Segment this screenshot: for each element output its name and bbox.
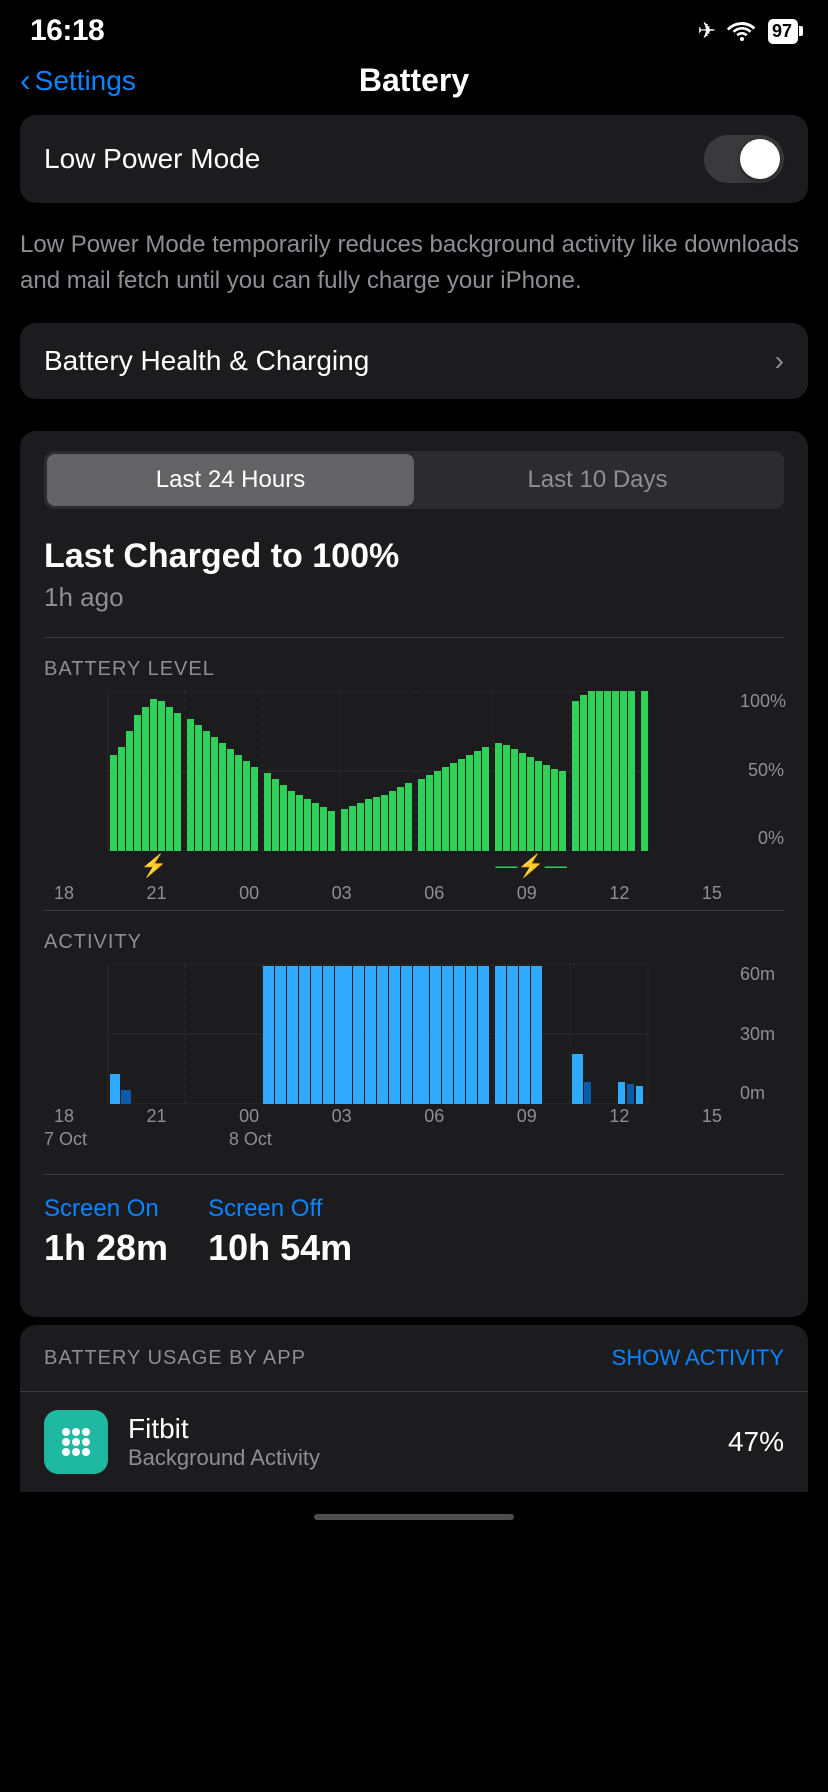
act-y-60: 60m <box>740 964 784 985</box>
y-label-50: 50% <box>740 760 784 781</box>
nav-bar: ‹ Settings Battery <box>0 54 828 115</box>
usage-header: BATTERY USAGE BY APP SHOW ACTIVITY <box>20 1325 808 1391</box>
activity-label: ACTIVITY <box>44 931 784 954</box>
battery-x-labels: 18 21 00 03 06 09 12 15 <box>44 883 784 904</box>
activity-x-labels: 18 21 00 03 06 09 12 15 <box>44 1106 784 1127</box>
back-button[interactable]: ‹ Settings <box>20 62 136 99</box>
x-label-18: 18 <box>44 883 84 904</box>
wifi-icon <box>726 19 758 43</box>
home-bar <box>314 1514 514 1520</box>
battery-percent-value: 97 <box>772 21 792 42</box>
show-activity-button[interactable]: SHOW ACTIVITY <box>612 1345 784 1371</box>
act-x-12: 12 <box>599 1106 639 1127</box>
chart-card: Last 24 Hours Last 10 Days Last Charged … <box>20 431 808 1317</box>
battery-level-chart <box>44 691 732 851</box>
home-indicator <box>0 1502 828 1528</box>
divider-1 <box>44 637 784 638</box>
divider-2 <box>44 910 784 911</box>
app-row-fitbit[interactable]: Fitbit Background Activity 47% <box>20 1391 808 1492</box>
x-label-12: 12 <box>599 883 639 904</box>
activity-chart <box>44 964 732 1104</box>
charging-icon-2: —⚡— <box>495 853 566 879</box>
act-y-0: 0m <box>740 1083 784 1104</box>
segment-control[interactable]: Last 24 Hours Last 10 Days <box>44 451 784 509</box>
fitbit-name: Fitbit <box>128 1413 728 1445</box>
low-power-mode-description: Low Power Mode temporarily reduces backg… <box>20 211 808 323</box>
x-label-15: 15 <box>692 883 732 904</box>
page-title: Battery <box>359 62 469 99</box>
battery-health-row[interactable]: Battery Health & Charging › <box>20 323 808 399</box>
act-x-18: 18 <box>44 1106 84 1127</box>
fitbit-app-icon <box>44 1410 108 1474</box>
act-x-21: 21 <box>137 1106 177 1127</box>
screen-on-stat: Screen On 1h 28m <box>44 1195 168 1269</box>
act-x-00: 00 <box>229 1106 269 1127</box>
act-x-15: 15 <box>692 1106 732 1127</box>
toggle-knob <box>740 139 780 179</box>
date-8oct: 8 Oct <box>182 1129 320 1150</box>
screen-stats: Screen On 1h 28m Screen Off 10h 54m <box>44 1195 784 1269</box>
status-icons: ✈ 97 <box>698 18 798 44</box>
fitbit-icon <box>57 1423 95 1461</box>
x-label-03: 03 <box>322 883 362 904</box>
screen-off-label: Screen Off <box>208 1195 352 1223</box>
usage-title: BATTERY USAGE BY APP <box>44 1347 306 1370</box>
act-x-06: 06 <box>414 1106 454 1127</box>
battery-health-label: Battery Health & Charging <box>44 345 369 377</box>
last-charged-sub: 1h ago <box>44 582 784 613</box>
screen-off-stat: Screen Off 10h 54m <box>208 1195 352 1269</box>
status-time: 16:18 <box>30 14 104 48</box>
y-label-0: 0% <box>740 828 784 849</box>
battery-level-label: BATTERY LEVEL <box>44 658 784 681</box>
battery-usage-section: BATTERY USAGE BY APP SHOW ACTIVITY <box>20 1325 808 1492</box>
status-bar: 16:18 ✈ 97 <box>0 0 828 54</box>
screen-on-label: Screen On <box>44 1195 168 1223</box>
low-power-mode-label: Low Power Mode <box>44 143 260 175</box>
fitbit-info: Fitbit Background Activity <box>128 1413 728 1471</box>
battery-status: 97 <box>768 19 798 44</box>
x-label-21: 21 <box>137 883 177 904</box>
date-7oct: 7 Oct <box>44 1129 182 1150</box>
charging-icon-1: ⚡ <box>140 853 167 879</box>
chevron-right-icon: › <box>775 345 784 377</box>
low-power-mode-card: Low Power Mode <box>20 115 808 203</box>
airplane-icon: ✈ <box>698 18 716 44</box>
low-power-mode-row: Low Power Mode <box>20 115 808 203</box>
fitbit-percent: 47% <box>728 1426 784 1458</box>
y-label-100: 100% <box>740 691 784 712</box>
screen-on-value: 1h 28m <box>44 1227 168 1269</box>
main-content: Low Power Mode Low Power Mode temporaril… <box>0 115 828 1492</box>
screen-off-value: 10h 54m <box>208 1227 352 1269</box>
back-label: Settings <box>35 65 136 97</box>
divider-3 <box>44 1174 784 1175</box>
x-label-00: 00 <box>229 883 269 904</box>
act-y-30: 30m <box>740 1024 784 1045</box>
x-label-09: 09 <box>507 883 547 904</box>
back-chevron-icon: ‹ <box>20 62 31 99</box>
fitbit-sub: Background Activity <box>128 1445 728 1471</box>
act-x-09: 09 <box>507 1106 547 1127</box>
low-power-mode-toggle[interactable] <box>704 135 784 183</box>
segment-10d[interactable]: Last 10 Days <box>414 454 781 506</box>
segment-24h[interactable]: Last 24 Hours <box>47 454 414 506</box>
last-charged-title: Last Charged to 100% <box>44 537 784 576</box>
x-label-06: 06 <box>414 883 454 904</box>
act-x-03: 03 <box>322 1106 362 1127</box>
